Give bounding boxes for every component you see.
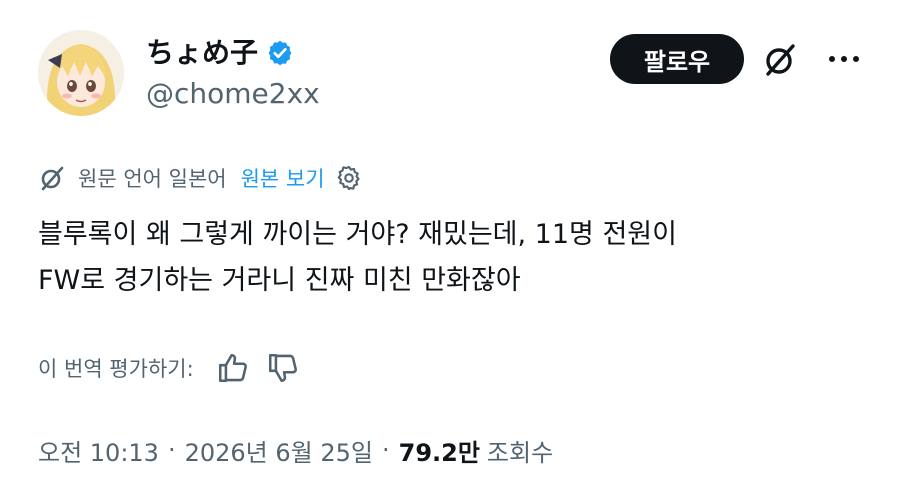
rate-translation-label: 이 번역 평가하기: <box>38 357 194 381</box>
tweet-text-line: 블루록이 왜 그렇게 까이는 거야? 재밌는데, 11명 전원이 <box>38 219 677 250</box>
translation-source-label: 원문 언어 일본어 <box>78 167 227 191</box>
gear-icon[interactable] <box>335 164 363 192</box>
tweet-text: 블루록이 왜 그렇게 까이는 거야? 재밌는데, 11명 전원이 FW로 경기하… <box>38 212 878 304</box>
tweet-meta-row: 오전 10:13 · 2026년 6월 25일 · 79.2만 조회수 <box>38 430 553 470</box>
user-handle[interactable]: @chome2xx <box>146 76 320 112</box>
tweet-date[interactable]: 2026년 6월 25일 <box>185 433 373 468</box>
thumbs-down-icon[interactable] <box>266 351 300 385</box>
follow-button[interactable]: 팔로우 <box>610 34 744 84</box>
rate-translation-row: 이 번역 평가하기: <box>38 348 300 388</box>
meta-separator: · <box>381 436 390 464</box>
tweet-text-line: FW로 경기하는 거라니 진짜 미친 만화잖아 <box>38 265 521 296</box>
show-original-link[interactable]: 원본 보기 <box>241 163 325 193</box>
translation-info-row: 원문 언어 일본어 원본 보기 <box>38 160 363 196</box>
tweet-time[interactable]: 오전 10:13 <box>38 433 159 468</box>
views-count: 79.2만 <box>398 438 480 467</box>
meta-separator: · <box>167 436 176 464</box>
display-name-text[interactable]: ちょめ子 <box>146 36 258 70</box>
verified-badge-icon <box>268 40 292 66</box>
grok-translate-icon <box>41 166 64 191</box>
more-icon[interactable] <box>824 44 864 74</box>
tweet-header: ちょめ子 @chome2xx 팔로우 <box>38 30 868 120</box>
grok-icon[interactable] <box>762 42 798 78</box>
thumbs-up-icon[interactable] <box>216 351 250 385</box>
anime-girl-avatar-icon <box>38 30 124 116</box>
display-name[interactable]: ちょめ子 <box>146 36 320 70</box>
author-block: ちょめ子 @chome2xx <box>146 36 320 112</box>
views-label: 조회수 <box>486 438 554 467</box>
avatar[interactable] <box>38 30 124 116</box>
